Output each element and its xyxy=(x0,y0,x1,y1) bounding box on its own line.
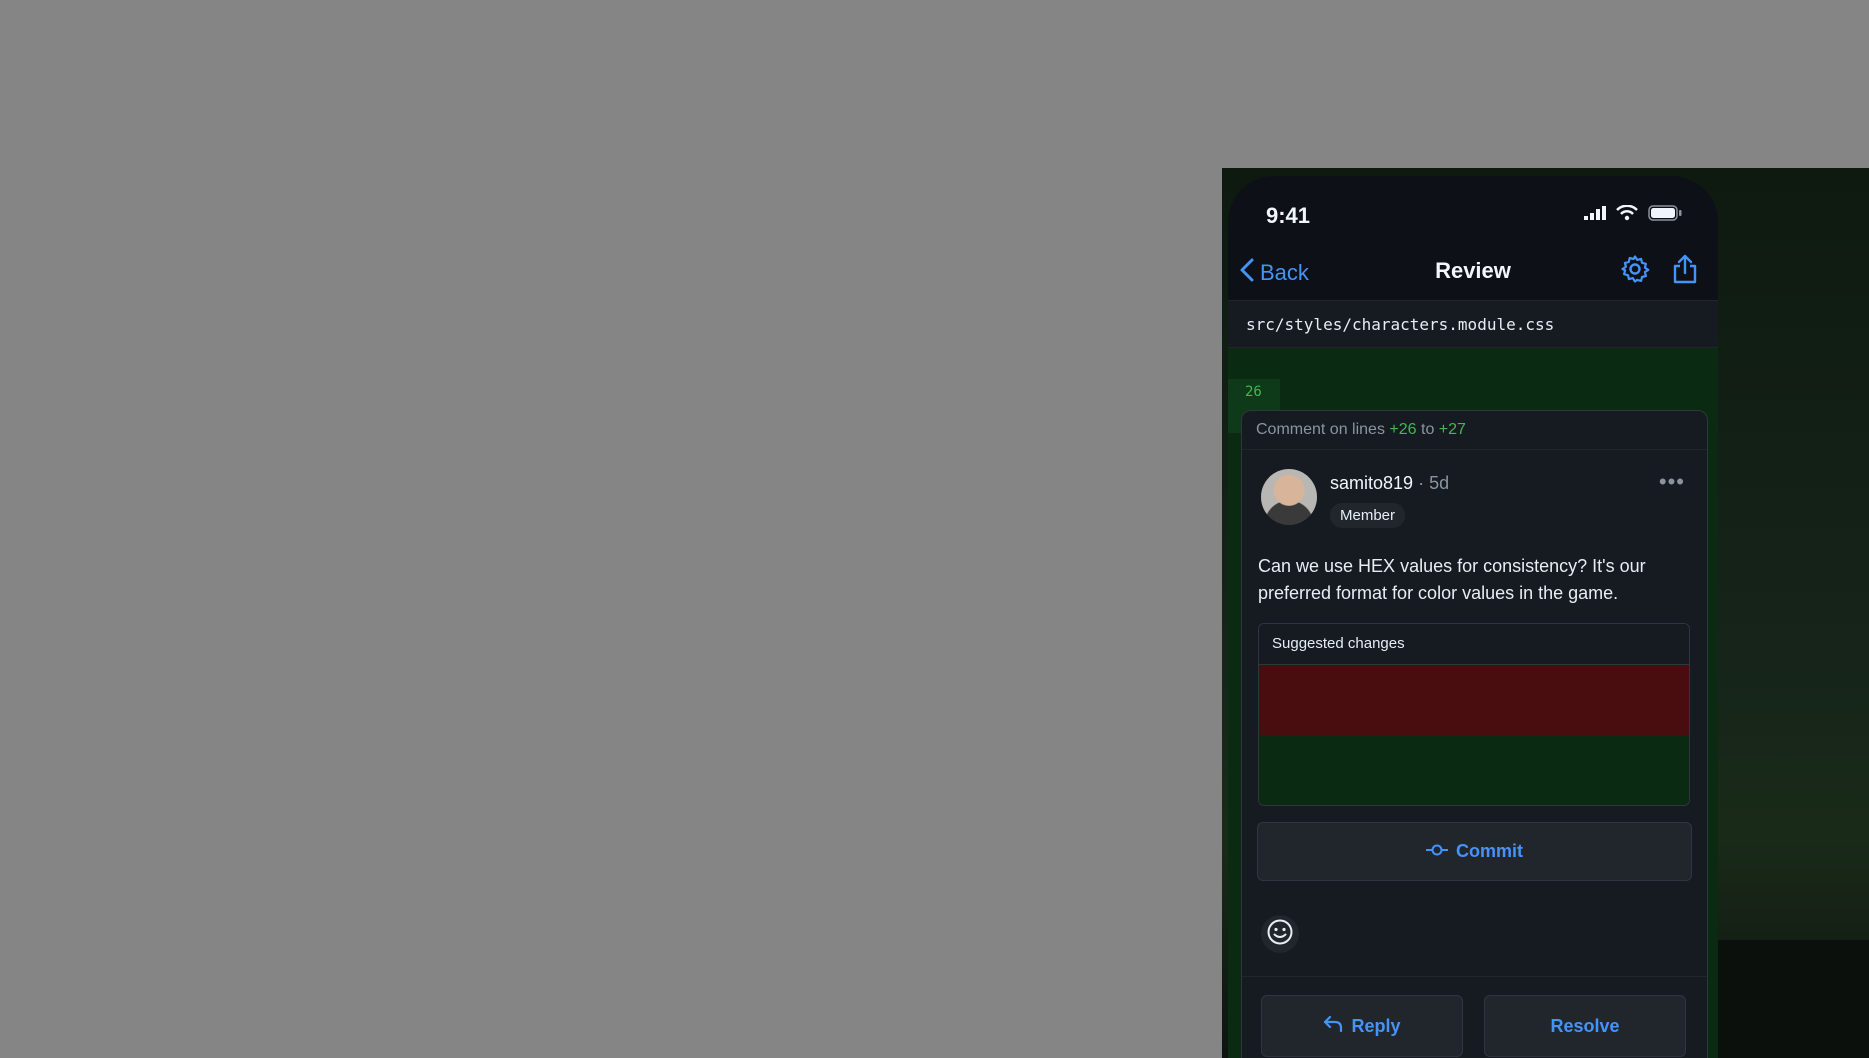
diff-code: value: '#000000bf', xyxy=(1363,805,1539,806)
nav-actions xyxy=(1620,254,1698,289)
diff-line: 26 + value: 'rgba(0,0,0,0.75)', xyxy=(1228,352,1718,455)
git-commit-icon xyxy=(1426,841,1448,862)
diff-sign: + xyxy=(1270,805,1279,806)
suggested-line-added: + dark: '#000000bf', xyxy=(1259,770,1689,805)
status-icons xyxy=(1584,204,1682,226)
signal-icon xyxy=(1584,206,1606,225)
role-badge: Member xyxy=(1330,503,1406,528)
file-path: src/styles/characters.module.css xyxy=(1228,301,1718,348)
avatar[interactable] xyxy=(1261,469,1317,525)
phone-screen: 9:41 Back Review src/styles/characters.m… xyxy=(1228,176,1718,1058)
back-button[interactable]: Back xyxy=(1240,258,1309,288)
range-to-word: to xyxy=(1421,421,1435,438)
add-reaction-button[interactable] xyxy=(1261,915,1299,953)
back-label: Back xyxy=(1260,260,1309,285)
suggested-line-added: + value: '#000000bf', xyxy=(1259,735,1689,796)
suggested-line-removed: – value: 'rgba(0,0,0,0.75)', xyxy=(1259,665,1689,761)
smiley-icon xyxy=(1266,918,1294,951)
commit-label: Commit xyxy=(1456,841,1523,861)
gear-icon[interactable] xyxy=(1620,254,1650,289)
suggested-changes-title: Suggested changes xyxy=(1259,624,1689,665)
wifi-icon xyxy=(1616,204,1638,226)
diff-line: 27 + dark: 'rgba(0,0,0,0.75)', xyxy=(1228,379,1718,482)
divider xyxy=(1242,976,1707,977)
battery-icon xyxy=(1648,205,1682,226)
comment-author-line: samito819 · 5d xyxy=(1330,473,1449,494)
status-bar: 9:41 xyxy=(1228,176,1718,242)
background-dark-corner xyxy=(1716,940,1869,1058)
nav-bar: Back Review xyxy=(1228,242,1718,301)
range-to: +27 xyxy=(1438,421,1466,438)
comment-card: Comment on lines +26 to +27 samito819 · … xyxy=(1241,410,1708,1058)
comment-range-header: Comment on lines +26 to +27 xyxy=(1242,411,1707,450)
commit-button[interactable]: Commit xyxy=(1257,822,1692,881)
more-options-icon[interactable]: ••• xyxy=(1659,469,1685,495)
resolve-button[interactable]: Resolve xyxy=(1484,995,1686,1057)
reply-icon xyxy=(1323,1015,1343,1038)
share-icon[interactable] xyxy=(1672,254,1698,289)
suggested-line-removed: – dark: 'rgba(0,0,0,0.75)', xyxy=(1259,700,1689,796)
reply-button[interactable]: Reply xyxy=(1261,995,1463,1057)
chevron-left-icon xyxy=(1240,258,1254,288)
suggested-changes: Suggested changes – value: 'rgba(0,0,0,0… xyxy=(1258,623,1690,806)
reply-label: Reply xyxy=(1351,1015,1401,1036)
range-prefix: Comment on lines xyxy=(1256,421,1385,438)
resolve-label: Resolve xyxy=(1550,1015,1620,1036)
author-name[interactable]: samito819 xyxy=(1330,473,1413,493)
range-from: +26 xyxy=(1389,421,1417,438)
comment-age: · 5d xyxy=(1418,473,1450,493)
status-time: 9:41 xyxy=(1266,203,1311,228)
comment-body: Can we use HEX values for consistency? I… xyxy=(1258,556,1646,603)
